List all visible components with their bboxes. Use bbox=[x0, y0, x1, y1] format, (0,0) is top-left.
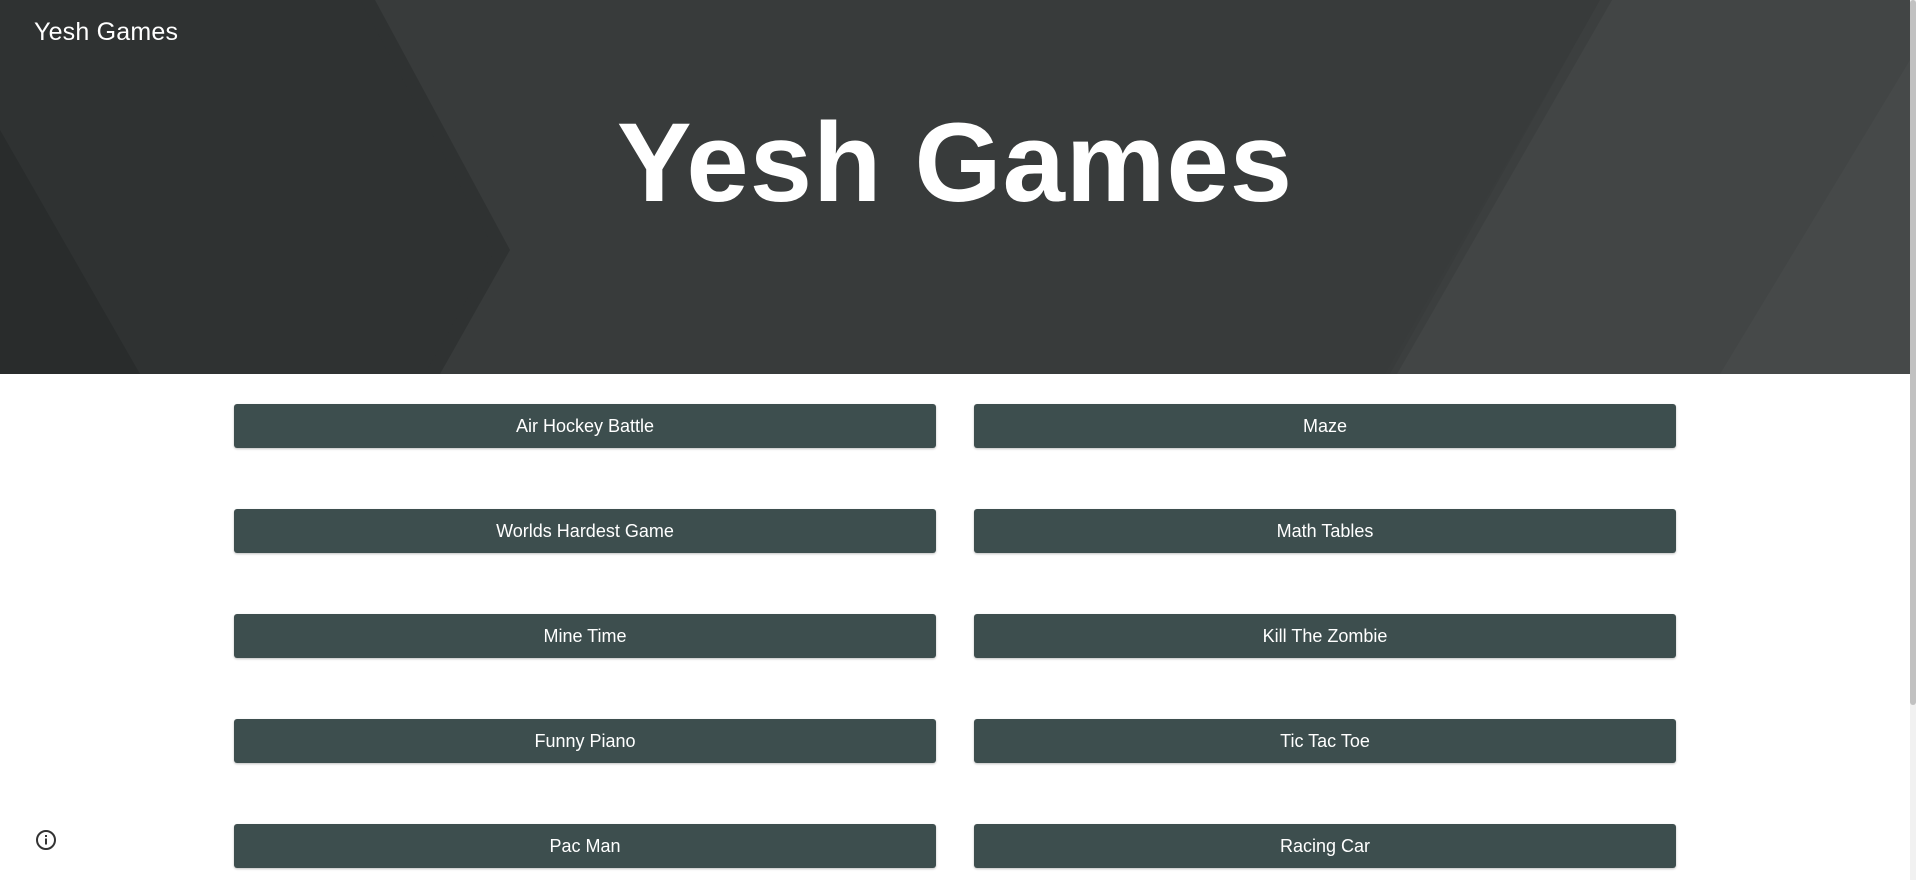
game-button-air-hockey-battle[interactable]: Air Hockey Battle bbox=[234, 404, 936, 448]
game-button-math-tables[interactable]: Math Tables bbox=[974, 509, 1676, 553]
info-icon bbox=[36, 830, 56, 850]
game-button-pac-man[interactable]: Pac Man bbox=[234, 824, 936, 868]
game-button-worlds-hardest-game[interactable]: Worlds Hardest Game bbox=[234, 509, 936, 553]
game-button-tic-tac-toe[interactable]: Tic Tac Toe bbox=[974, 719, 1676, 763]
scrollbar-thumb[interactable] bbox=[1910, 0, 1916, 705]
games-grid: Air Hockey Battle Maze Worlds Hardest Ga… bbox=[234, 404, 1676, 868]
info-button[interactable] bbox=[34, 828, 58, 852]
site-name-link[interactable]: Yesh Games bbox=[34, 18, 178, 47]
scrollbar-track[interactable] bbox=[1910, 0, 1916, 880]
page: Yesh Games Yesh Games Air Hockey Battle … bbox=[0, 0, 1916, 880]
hero-banner: Yesh Games Yesh Games bbox=[0, 0, 1910, 374]
game-button-racing-car[interactable]: Racing Car bbox=[974, 824, 1676, 868]
game-button-kill-the-zombie[interactable]: Kill The Zombie bbox=[974, 614, 1676, 658]
game-button-maze[interactable]: Maze bbox=[974, 404, 1676, 448]
game-button-mine-time[interactable]: Mine Time bbox=[234, 614, 936, 658]
page-title: Yesh Games bbox=[616, 100, 1294, 225]
game-button-funny-piano[interactable]: Funny Piano bbox=[234, 719, 936, 763]
